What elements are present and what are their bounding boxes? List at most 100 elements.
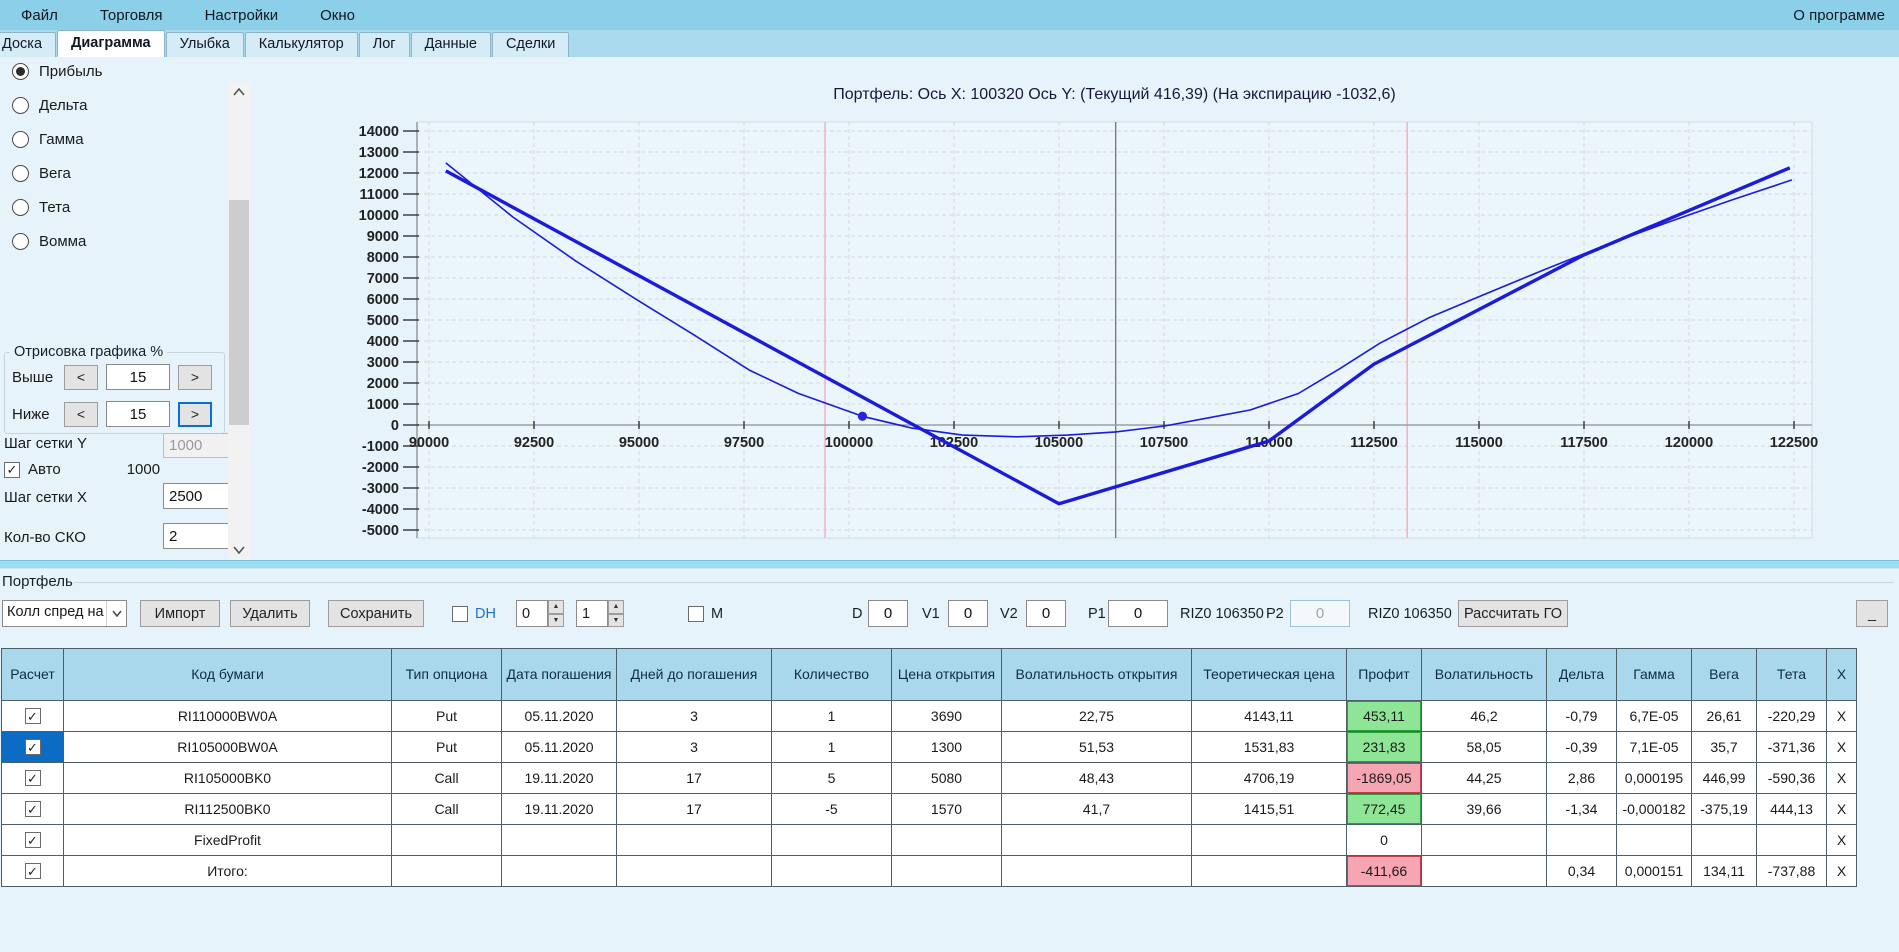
row-checkbox[interactable]: ✓ bbox=[24, 708, 41, 724]
row-delete-button[interactable]: X bbox=[1826, 731, 1857, 763]
cell-profit[interactable]: 0 bbox=[1346, 824, 1422, 856]
x-tick-label: 110000 bbox=[1245, 435, 1293, 451]
tab-strip: Доска Диаграмма Улыбка Калькулятор Лог Данные… bbox=[0, 30, 1899, 57]
strategy-preset-combobox[interactable]: Колл спред на bbox=[2, 600, 127, 627]
tab-2[interactable]: Диаграмма bbox=[57, 30, 165, 57]
calc-checkbox-cell[interactable]: ✓ bbox=[1, 762, 64, 794]
row-checkbox[interactable]: ✓ bbox=[24, 770, 41, 786]
column-header-vol[interactable]: Волатильность bbox=[1421, 648, 1547, 701]
v1-field[interactable]: 0 bbox=[948, 600, 988, 627]
m-checkbox[interactable] bbox=[688, 605, 704, 622]
calc-margin-button[interactable]: Рассчитать ГО bbox=[1458, 600, 1568, 627]
menu-item-2[interactable]: Торговля bbox=[79, 0, 184, 30]
spinner-up-icon[interactable]: ▲ bbox=[608, 600, 624, 614]
cell-gamma: 6,7E-05 bbox=[1616, 700, 1692, 732]
row-delete-button[interactable]: X bbox=[1826, 793, 1857, 825]
tab-6[interactable]: Данные bbox=[410, 32, 491, 57]
table-row[interactable]: ✓ RI112500BK0 Call 19.11.2020 17 -5 1570 41,7 14… bbox=[1, 793, 1857, 825]
calc-checkbox-cell[interactable]: ✓ bbox=[1, 793, 64, 825]
save-button[interactable]: Сохранить bbox=[328, 600, 424, 627]
menu-item-1[interactable]: Файл bbox=[0, 0, 79, 30]
profit-chart[interactable]: 1400013000120001100010000900080007000600… bbox=[0, 57, 1899, 558]
row-delete-button[interactable]: X bbox=[1826, 824, 1857, 856]
table-row[interactable]: ✓ RI105000BK0 Call 19.11.2020 17 5 5080 48,43 47… bbox=[1, 762, 1857, 794]
dh-spinner-2-value[interactable]: 1 bbox=[576, 600, 608, 627]
cell-delta: -1,34 bbox=[1546, 793, 1617, 825]
column-header-qty[interactable]: Количество bbox=[771, 648, 892, 701]
cell-days bbox=[616, 824, 772, 856]
cell-theta: -220,29 bbox=[1756, 700, 1827, 732]
cell-vol_open: 51,53 bbox=[1001, 731, 1192, 763]
row-checkbox[interactable]: ✓ bbox=[24, 739, 41, 755]
dh-spinner-1[interactable]: 0 ▲ ▼ bbox=[516, 600, 564, 627]
spinner-down-icon[interactable]: ▼ bbox=[548, 613, 564, 627]
current-point-marker[interactable] bbox=[857, 411, 868, 421]
p1-field[interactable]: 0 bbox=[1108, 600, 1168, 627]
table-row[interactable]: ✓ Итого: -411,66 0,34 0,000151 134,11 -737,88 X bbox=[1, 855, 1857, 887]
row-checkbox[interactable]: ✓ bbox=[24, 832, 41, 848]
spinner-down-icon[interactable]: ▼ bbox=[608, 613, 624, 627]
cell-profit[interactable]: 453,11 bbox=[1346, 700, 1422, 732]
column-header-code[interactable]: Код бумаги bbox=[63, 648, 392, 701]
column-header-date[interactable]: Дата погашения bbox=[501, 648, 617, 701]
column-header-open[interactable]: Цена открытия bbox=[891, 648, 1002, 701]
chevron-down-icon[interactable] bbox=[106, 601, 126, 626]
column-header-x[interactable]: X bbox=[1826, 648, 1857, 701]
cell-gamma: 7,1E-05 bbox=[1616, 731, 1692, 763]
cell-delta bbox=[1546, 824, 1617, 856]
calc-checkbox-cell[interactable]: ✓ bbox=[1, 824, 64, 856]
calc-checkbox-cell[interactable]: ✓ bbox=[1, 855, 64, 887]
cell-theor bbox=[1191, 855, 1347, 887]
collapse-button[interactable]: _ bbox=[1856, 600, 1888, 627]
row-delete-button[interactable]: X bbox=[1826, 855, 1857, 887]
cell-qty: 1 bbox=[771, 731, 892, 763]
menu-item-3[interactable]: Настройки bbox=[184, 0, 300, 30]
cell-profit[interactable]: -411,66 bbox=[1346, 855, 1422, 887]
cell-code: RI105000BW0A bbox=[63, 731, 392, 763]
v2-field[interactable]: 0 bbox=[1026, 600, 1066, 627]
column-header-profit[interactable]: Профит bbox=[1346, 648, 1422, 701]
y-tick-label: 10000 bbox=[359, 208, 399, 224]
row-checkbox[interactable]: ✓ bbox=[24, 801, 41, 817]
column-header-vega[interactable]: Вега bbox=[1691, 648, 1757, 701]
menu-about[interactable]: О программе bbox=[1779, 0, 1899, 30]
row-delete-button[interactable]: X bbox=[1826, 700, 1857, 732]
table-row[interactable]: ✓ FixedProfit 0 X bbox=[1, 824, 1857, 856]
column-header-days[interactable]: Дней до погашения bbox=[616, 648, 772, 701]
cell-profit[interactable]: -1869,05 bbox=[1346, 762, 1422, 794]
column-header-gamma[interactable]: Гамма bbox=[1616, 648, 1692, 701]
import-button[interactable]: Импорт bbox=[140, 600, 220, 627]
dh-checkbox[interactable] bbox=[452, 605, 468, 622]
column-header-type[interactable]: Тип опциона bbox=[391, 648, 502, 701]
plot-area[interactable] bbox=[416, 121, 1813, 539]
row-checkbox[interactable]: ✓ bbox=[24, 863, 41, 879]
dh-spinner-1-value[interactable]: 0 bbox=[516, 600, 548, 627]
table-row[interactable]: ✓ RI110000BW0A Put 05.11.2020 3 1 3690 22,75 414… bbox=[1, 700, 1857, 732]
column-header-delta[interactable]: Дельта bbox=[1546, 648, 1617, 701]
p2-field[interactable]: 0 bbox=[1290, 600, 1350, 627]
y-tick-label: 11000 bbox=[359, 187, 399, 203]
d-field[interactable]: 0 bbox=[868, 600, 908, 627]
row-delete-button[interactable]: X bbox=[1826, 762, 1857, 794]
calc-checkbox-cell[interactable]: ✓ bbox=[1, 731, 64, 763]
tab-4[interactable]: Калькулятор bbox=[244, 32, 358, 57]
delete-button[interactable]: Удалить bbox=[230, 600, 310, 627]
cell-profit[interactable]: 772,45 bbox=[1346, 793, 1422, 825]
cell-type bbox=[391, 824, 502, 856]
tab-1[interactable]: Доска bbox=[0, 32, 57, 57]
tab-5[interactable]: Лог bbox=[358, 32, 410, 57]
spinner-up-icon[interactable]: ▲ bbox=[548, 600, 564, 614]
dh-spinner-2[interactable]: 1 ▲ ▼ bbox=[576, 600, 624, 627]
column-header-theor[interactable]: Теоретическая цена bbox=[1191, 648, 1347, 701]
calc-checkbox-cell[interactable]: ✓ bbox=[1, 700, 64, 732]
cell-vol: 58,05 bbox=[1421, 731, 1547, 763]
y-tick-label: 9000 bbox=[367, 229, 399, 245]
tab-3[interactable]: Улыбка bbox=[165, 32, 244, 57]
column-header-vol_open[interactable]: Волатильность открытия bbox=[1001, 648, 1192, 701]
table-row[interactable]: ✓ RI105000BW0A Put 05.11.2020 3 1 1300 51,53 153… bbox=[1, 731, 1857, 763]
menu-item-4[interactable]: Окно bbox=[299, 0, 376, 30]
column-header-theta[interactable]: Тета bbox=[1756, 648, 1827, 701]
column-header-check[interactable]: Расчет bbox=[1, 648, 64, 701]
tab-7[interactable]: Сделки bbox=[491, 32, 570, 57]
cell-profit[interactable]: 231,83 bbox=[1346, 731, 1422, 763]
